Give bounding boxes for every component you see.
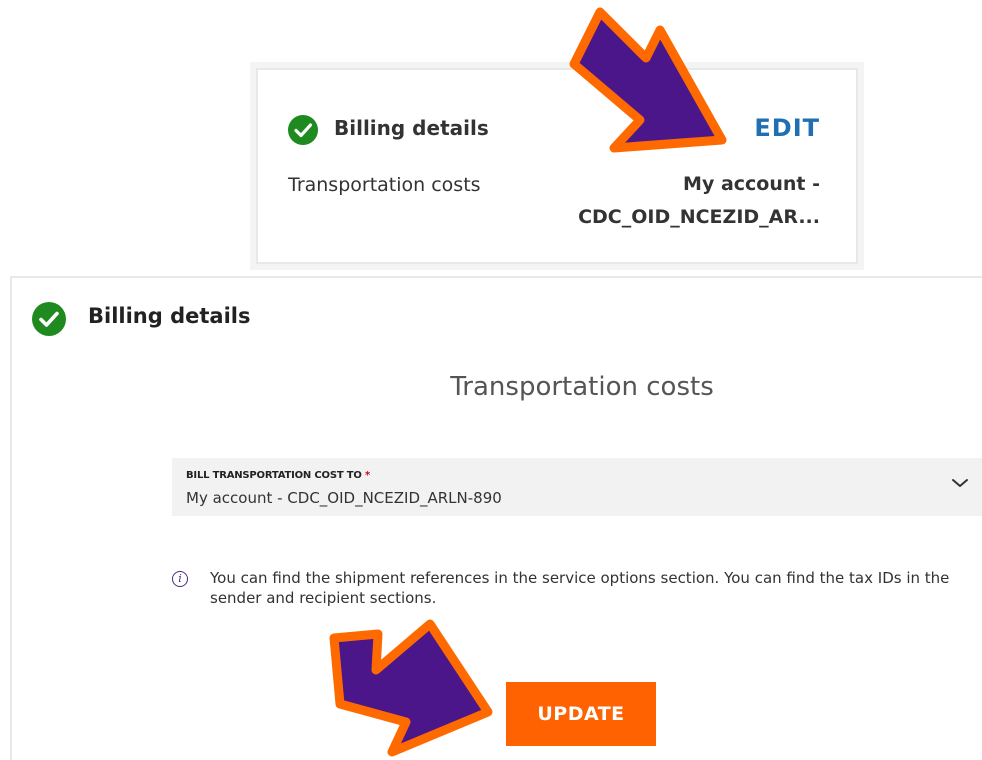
select-label: BILL TRANSPORTATION COST TO * [186,470,370,481]
check-circle-icon [32,302,66,336]
panel-title: Billing details [88,304,251,328]
info-text: You can find the shipment references in … [210,569,950,607]
section-heading: Transportation costs [450,372,714,402]
select-label-text: BILL TRANSPORTATION COST TO [186,470,362,481]
value-line-2: CDC_OID_NCEZID_AR... [578,206,820,228]
select-value: My account - CDC_OID_NCEZID_ARLN-890 [186,489,502,507]
bill-transportation-select[interactable]: BILL TRANSPORTATION COST TO * My account… [172,458,982,516]
summary-title: Billing details [334,116,489,140]
check-circle-icon [288,115,318,145]
transportation-costs-value: My account - CDC_OID_NCEZID_AR... [520,168,820,234]
info-icon: i [172,571,188,587]
update-button[interactable]: UPDATE [506,682,656,746]
edit-link[interactable]: EDIT [754,114,820,142]
chevron-down-icon[interactable] [950,476,970,490]
billing-summary-card: Billing details EDIT Transportation cost… [250,62,864,270]
required-mark: * [364,470,370,481]
billing-edit-panel: Billing details Transportation costs BIL… [10,276,982,760]
transportation-costs-label: Transportation costs [288,174,481,196]
value-line-1: My account - [683,173,820,195]
